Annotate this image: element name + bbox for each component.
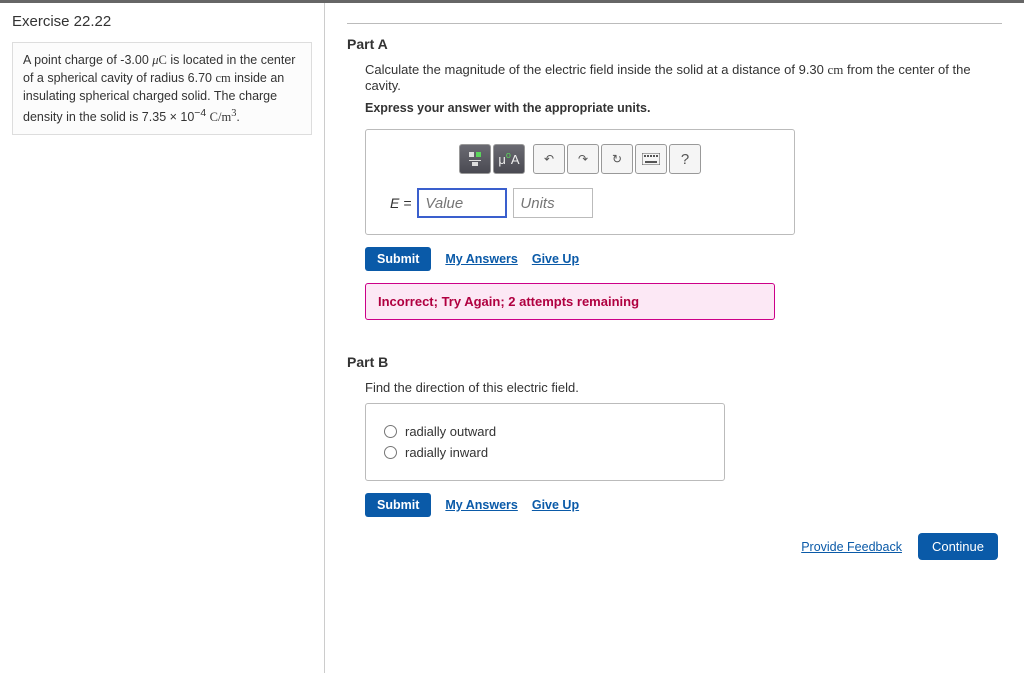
radio-inward[interactable] — [384, 446, 397, 459]
part-b-actions: Submit My Answers Give Up — [365, 493, 1002, 517]
continue-button[interactable]: Continue — [918, 533, 998, 560]
problem-text: A point charge of -3.00 μC is located in… — [23, 53, 295, 124]
choice-label: radially outward — [405, 424, 496, 439]
problem-statement: A point charge of -3.00 μC is located in… — [12, 42, 312, 135]
eq-label: E = — [390, 195, 411, 211]
submit-button[interactable]: Submit — [365, 247, 431, 271]
part-a-instruction: Express your answer with the appropriate… — [365, 101, 1002, 115]
feedback-message: Incorrect; Try Again; 2 attempts remaini… — [365, 283, 775, 320]
undo-icon[interactable]: ↶ — [533, 144, 565, 174]
redo-icon[interactable]: ↷ — [567, 144, 599, 174]
input-row: E = — [390, 188, 778, 218]
choice-outward[interactable]: radially outward — [384, 424, 706, 439]
fraction-template-icon[interactable] — [459, 144, 491, 174]
keyboard-icon[interactable] — [635, 144, 667, 174]
radio-outward[interactable] — [384, 425, 397, 438]
units-icon[interactable]: μoA — [493, 144, 525, 174]
my-answers-link[interactable]: My Answers — [445, 252, 517, 266]
part-a: Part A Calculate the magnitude of the el… — [347, 36, 1002, 320]
answer-box: μoA ↶ ↷ ↻ ? E = — [365, 129, 795, 235]
footer: Provide Feedback Continue — [347, 533, 1002, 560]
left-panel: Exercise 22.22 A point charge of -3.00 μ… — [0, 3, 325, 673]
submit-button-b[interactable]: Submit — [365, 493, 431, 517]
choice-box: radially outward radially inward — [365, 403, 725, 481]
exercise-title: Exercise 22.22 — [12, 13, 312, 30]
part-b-question: Find the direction of this electric fiel… — [365, 380, 1002, 395]
choice-inward[interactable]: radially inward — [384, 445, 706, 460]
part-a-title: Part A — [347, 36, 1002, 52]
part-a-actions: Submit My Answers Give Up — [365, 247, 1002, 271]
right-panel: Part A Calculate the magnitude of the el… — [325, 3, 1024, 673]
part-b-title: Part B — [347, 354, 1002, 370]
give-up-link[interactable]: Give Up — [532, 252, 579, 266]
part-a-question: Calculate the magnitude of the electric … — [365, 62, 1002, 93]
help-icon[interactable]: ? — [669, 144, 701, 174]
units-input[interactable] — [513, 188, 593, 218]
reset-icon[interactable]: ↻ — [601, 144, 633, 174]
value-input[interactable] — [417, 188, 507, 218]
choice-label: radially inward — [405, 445, 488, 460]
my-answers-link-b[interactable]: My Answers — [445, 498, 517, 512]
part-b: Part B Find the direction of this electr… — [347, 354, 1002, 517]
give-up-link-b[interactable]: Give Up — [532, 498, 579, 512]
divider — [347, 23, 1002, 24]
provide-feedback-link[interactable]: Provide Feedback — [801, 540, 902, 554]
toolbar: μoA ↶ ↷ ↻ ? — [382, 144, 778, 174]
